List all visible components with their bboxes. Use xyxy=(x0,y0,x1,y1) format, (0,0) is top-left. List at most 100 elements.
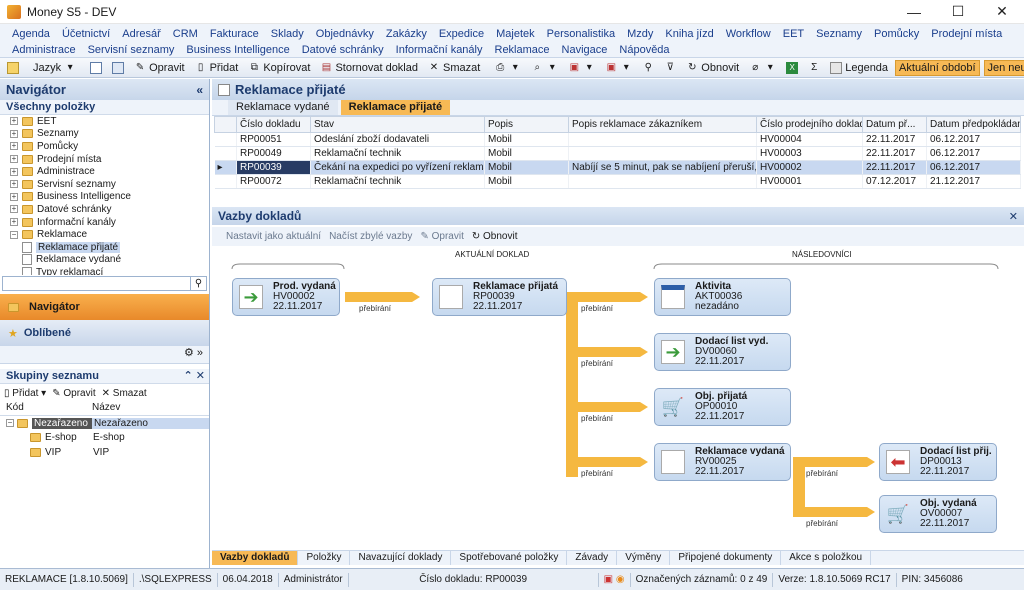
table-row-selected[interactable]: ▸ RP00039 Čekání na expedici po vyřízení … xyxy=(214,160,1021,175)
menu-administrace[interactable]: Administrace xyxy=(6,42,82,58)
menu-napoveda[interactable]: Nápověda xyxy=(613,42,675,58)
menu-sklady[interactable]: Sklady xyxy=(265,26,310,42)
favorites-button[interactable]: ★ Oblíbené xyxy=(0,320,209,346)
sum-button[interactable]: Σ xyxy=(805,59,823,77)
print-button[interactable]: ⎙ ▾ xyxy=(491,59,524,77)
menu-kniha-jizd[interactable]: Kniha jízd xyxy=(659,26,719,42)
tree-item[interactable]: + Servisní seznamy xyxy=(0,178,209,191)
groups-add-button[interactable]: ▯ Přidat ▾ xyxy=(4,388,46,399)
tree-item-selected[interactable]: Reklamace přijaté xyxy=(0,241,209,254)
menu-reklamace[interactable]: Reklamace xyxy=(489,42,556,58)
rss-icon[interactable]: ◉ xyxy=(616,574,625,585)
split-view-button[interactable] xyxy=(109,59,127,77)
menu-fakturace[interactable]: Fakturace xyxy=(204,26,265,42)
search-button[interactable]: ⚲ xyxy=(639,59,657,77)
tab-attached-documents[interactable]: Připojené dokumenty xyxy=(670,551,782,565)
table-row[interactable]: RP00051 Odeslání zboží dodavateli Mobil HV0… xyxy=(214,132,1021,147)
search-icon[interactable]: ⚲ xyxy=(190,277,206,290)
menu-business-intelligence[interactable]: Business Intelligence xyxy=(180,42,295,58)
load-rest-button[interactable]: Načíst zbylé vazby xyxy=(329,231,412,242)
table-row[interactable]: RP00049 Reklamační technik Mobil HV00003 22.… xyxy=(214,146,1021,161)
table-row[interactable]: RP00072 Reklamační technik Mobil HV00001 07.… xyxy=(214,174,1021,189)
tab-complaints-received[interactable]: Reklamace přijaté xyxy=(340,100,451,115)
tree-item[interactable]: − Reklamace xyxy=(0,228,209,241)
tree-item[interactable]: + EET xyxy=(0,115,209,128)
group-row[interactable]: E-shop E-shop xyxy=(0,430,209,445)
group-row[interactable]: VIP VIP xyxy=(0,445,209,460)
column-header[interactable]: Číslo dokladu xyxy=(236,116,311,133)
tree-item[interactable]: + Pomůcky xyxy=(0,140,209,153)
link-card-activity[interactable]: Aktivita AKT00036 nezadáno xyxy=(654,278,791,316)
menu-workflow[interactable]: Workflow xyxy=(720,26,777,42)
minimize-button[interactable]: — xyxy=(892,0,936,24)
menu-agenda[interactable]: Agenda xyxy=(6,26,56,42)
column-header[interactable]: Popis reklamace zákazníkem xyxy=(568,116,757,133)
settings-icon[interactable]: ⚙ » xyxy=(184,347,203,359)
language-dropdown[interactable]: Jazyk ▾ xyxy=(30,59,79,77)
column-header[interactable]: Stav xyxy=(310,116,485,133)
cancel-doc-button[interactable]: ▤ Stornovat doklad xyxy=(317,59,421,77)
copy-button[interactable]: ⧉ Kopírovat xyxy=(245,59,313,77)
collapse-tree-icon[interactable]: − xyxy=(10,230,18,239)
menu-informacni-kanaly[interactable]: Informační kanály xyxy=(390,42,489,58)
add-button[interactable]: ▯ Přidat xyxy=(192,59,242,77)
navigator-button[interactable]: Navigátor xyxy=(0,294,209,320)
menu-prodejni-mista[interactable]: Prodejní místa xyxy=(925,26,1008,42)
column-header[interactable]: Číslo prodejního dokladu xyxy=(756,116,863,133)
menu-zakazky[interactable]: Zakázky xyxy=(380,26,433,42)
collapse-icon[interactable]: ⌃ ✕ xyxy=(184,369,206,383)
column-header[interactable]: Popis xyxy=(484,116,569,133)
preview-button[interactable]: ⌕ ▾ xyxy=(528,59,561,77)
navigator-options[interactable]: ⚙ » xyxy=(0,346,209,364)
set-current-button[interactable]: Nastavit jako aktuální xyxy=(226,231,321,242)
tab-related-documents[interactable]: Navazující doklady xyxy=(350,551,452,565)
tab-complaints-issued[interactable]: Reklamace vydané xyxy=(228,100,338,115)
expand-icon[interactable]: + xyxy=(10,167,18,176)
menu-majetek[interactable]: Majetek xyxy=(490,26,541,42)
tab-consumed-items[interactable]: Spotřebované položky xyxy=(451,551,568,565)
link-card-sales-invoice[interactable]: ➔ Prod. vydaná HV00002 22.11.2017 xyxy=(232,278,340,316)
export-button[interactable]: ▣ ▾ xyxy=(565,59,598,77)
expand-icon[interactable]: + xyxy=(10,117,18,126)
groups-edit-button[interactable]: ✎ Opravit xyxy=(52,388,95,399)
layout-button[interactable] xyxy=(4,59,22,77)
link-card-delivery-note-received[interactable]: ⬅ Dodací list přij. DP00013 22.11.2017 xyxy=(879,443,997,481)
expand-icon[interactable]: + xyxy=(10,129,18,138)
tree-item[interactable]: + Seznamy xyxy=(0,128,209,141)
tree-item[interactable]: + Informační kanály xyxy=(0,216,209,229)
link-card-delivery-note-issued[interactable]: ➔ Dodací list vyd. DV00060 22.11.2017 xyxy=(654,333,791,371)
group-row[interactable]: − Nezařazeno Nezařazeno xyxy=(0,416,209,430)
tab-defects[interactable]: Závady xyxy=(567,551,618,565)
link-card-order-received[interactable]: 🛒 Obj. přijatá OP00010 22.11.2017 xyxy=(654,388,791,426)
expand-icon[interactable]: + xyxy=(10,142,18,151)
tree-item[interactable]: Typy reklamací xyxy=(0,266,209,275)
alert-icon[interactable]: ▣ xyxy=(604,574,613,585)
tree-item[interactable]: + Prodejní místa xyxy=(0,153,209,166)
menu-ucetnictvi[interactable]: Účetnictví xyxy=(56,26,116,42)
tab-items[interactable]: Položky xyxy=(298,551,351,565)
menu-datove-schranky[interactable]: Datové schránky xyxy=(296,42,390,58)
close-icon[interactable]: ✕ xyxy=(1009,210,1018,223)
tree-item[interactable]: + Datové schránky xyxy=(0,203,209,216)
groups-delete-button[interactable]: ✕ Smazat xyxy=(102,388,147,399)
attach-button[interactable]: ⌀ ▾ xyxy=(746,59,779,77)
column-header[interactable]: Datum předpokládané xyxy=(926,116,1021,133)
link-card-complaint-issued[interactable]: Reklamace vydaná RV00025 22.11.2017 xyxy=(654,443,791,481)
unfinished-only-toggle[interactable]: Jen neukončené xyxy=(983,59,1024,76)
menu-crm[interactable]: CRM xyxy=(167,26,204,42)
collapse-icon[interactable]: « xyxy=(196,83,203,97)
menu-servisni-seznamy[interactable]: Servisní seznamy xyxy=(82,42,181,58)
menu-eet[interactable]: EET xyxy=(777,26,810,42)
menu-adresar[interactable]: Adresář xyxy=(116,26,167,42)
tab-document-links[interactable]: Vazby dokladů xyxy=(212,551,299,565)
expand-icon[interactable]: + xyxy=(10,155,18,164)
link-card-order-issued[interactable]: 🛒 Obj. vydaná OV00007 22.11.2017 xyxy=(879,495,997,533)
grid-view-button[interactable] xyxy=(87,59,105,77)
menu-pomucky[interactable]: Pomůcky xyxy=(868,26,925,42)
close-button[interactable]: ✕ xyxy=(980,0,1024,24)
expand-icon[interactable]: + xyxy=(10,218,18,227)
expand-icon[interactable]: + xyxy=(10,180,18,189)
menu-navigace[interactable]: Navigace xyxy=(556,42,614,58)
expand-icon[interactable]: + xyxy=(10,192,18,201)
column-header[interactable]: Datum př... xyxy=(862,116,927,133)
